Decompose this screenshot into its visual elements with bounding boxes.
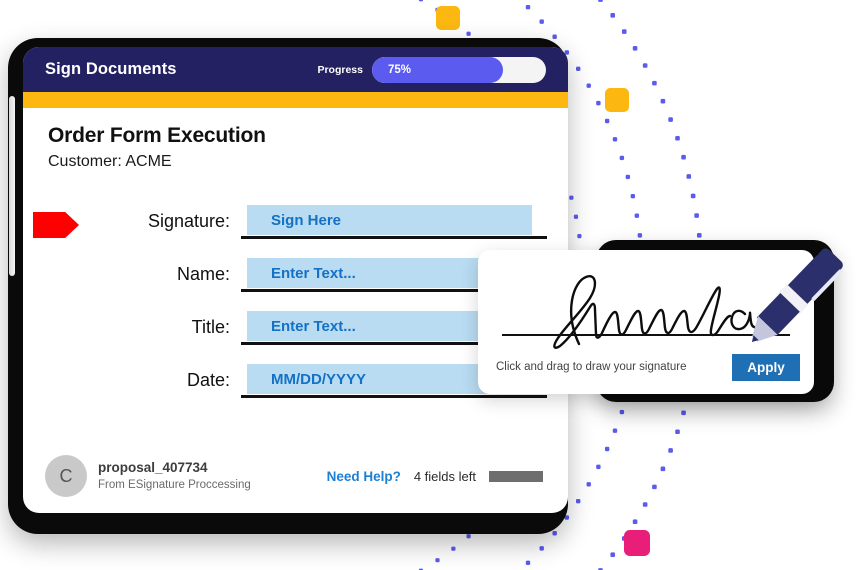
signature-input[interactable]: Sign Here [247, 205, 532, 235]
field-label-signature: Signature: [147, 211, 230, 231]
name-input-placeholder: Enter Text... [271, 264, 356, 282]
progress-bar-fill: 75% [372, 56, 503, 83]
document-footer: C proposal_407734 From ESignature Procce… [23, 455, 568, 497]
progress-bar[interactable]: 75% [372, 56, 546, 83]
required-field-arrow-icon [33, 212, 79, 238]
title-input-placeholder: Enter Text... [271, 317, 356, 335]
footer-action-button[interactable] [489, 470, 543, 482]
app-title: Sign Documents [45, 60, 177, 78]
page-title: Order Form Execution [48, 124, 266, 147]
date-input-placeholder: MM/DD/YYYY [271, 370, 367, 388]
document-file-name: proposal_407734 [98, 459, 208, 475]
form-row-signature: Signature: Sign Here [23, 202, 568, 255]
field-underline [241, 395, 547, 398]
footer-actions: Need Help? 4 fields left [327, 469, 543, 484]
customer-line: Customer: ACME [48, 153, 172, 170]
document-header: Sign Documents Progress 75% [23, 47, 568, 92]
screenshot-stage: Sign Documents Progress 75% Order Form E… [0, 0, 868, 570]
avatar-initial: C [59, 465, 73, 486]
orange-dot-top [436, 6, 460, 30]
need-help-link[interactable]: Need Help? [327, 469, 401, 484]
progress-group: Progress 75% [317, 56, 546, 83]
document-meta: proposal_407734 From ESignature Proccess… [98, 460, 251, 492]
signature-hint-text: Click and drag to draw your signature [496, 361, 687, 373]
progress-label: Progress [317, 63, 363, 76]
accent-bar [23, 92, 568, 108]
field-underline [241, 236, 547, 239]
device-left-edge-highlight [9, 96, 15, 276]
field-label-date: Date: [186, 370, 230, 390]
document-source: From ESignature Proccessing [98, 478, 251, 491]
progress-value: 75% [388, 63, 412, 76]
signature-drawing-canvas[interactable] [478, 250, 814, 354]
fields-left-status: 4 fields left [413, 468, 476, 484]
avatar: C [45, 455, 87, 497]
orange-dot-right [605, 88, 629, 112]
apply-button[interactable]: Apply [732, 354, 800, 381]
field-label-name: Name: [176, 264, 230, 284]
signature-popup: Click and drag to draw your signature Ap… [478, 250, 814, 394]
field-label-title: Title: [191, 317, 230, 337]
signature-input-placeholder: Sign Here [271, 211, 342, 229]
pink-dot-bottom [624, 530, 650, 556]
